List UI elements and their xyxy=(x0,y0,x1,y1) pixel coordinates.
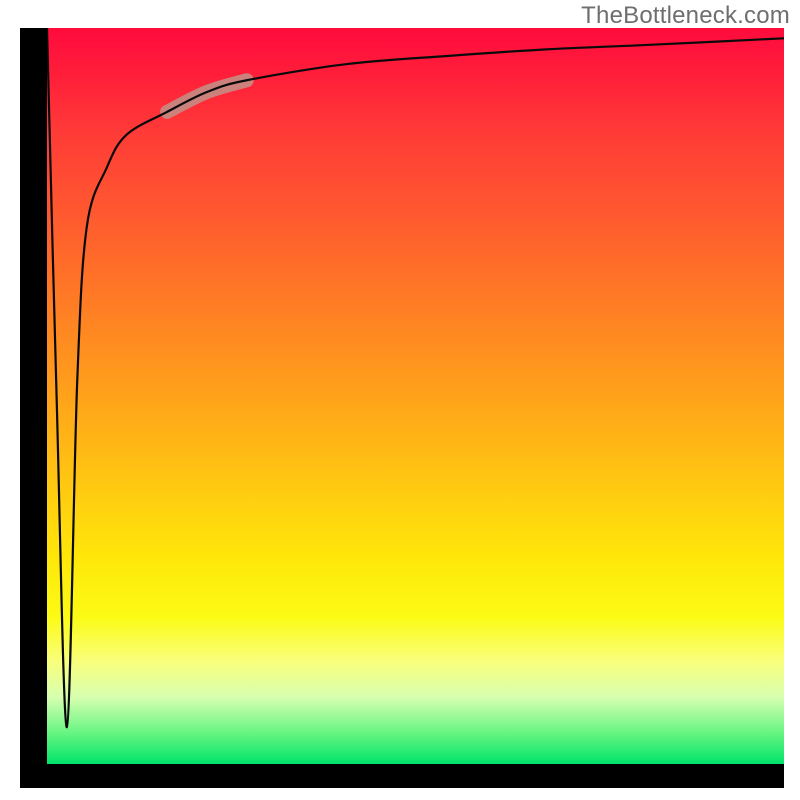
watermark-text: TheBottleneck.com xyxy=(581,2,790,30)
curve-line xyxy=(47,28,784,727)
chart-stage: TheBottleneck.com xyxy=(0,0,800,800)
curve-highlight-segment xyxy=(167,80,247,112)
curve-svg xyxy=(47,28,784,764)
chart-frame xyxy=(20,28,784,788)
plot-area xyxy=(47,28,784,764)
